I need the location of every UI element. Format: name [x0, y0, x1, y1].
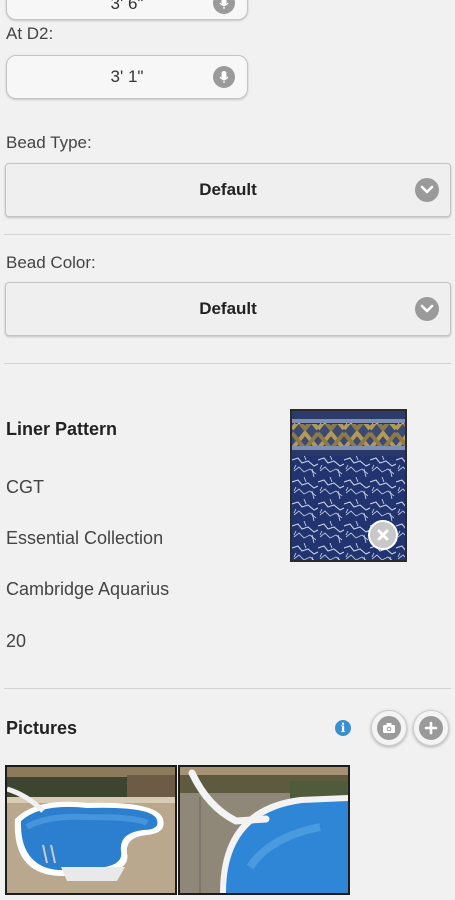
camera-button[interactable]	[371, 710, 407, 746]
liner-brand: CGT	[6, 477, 44, 497]
liner-pattern-name: Cambridge Aquarius	[6, 579, 170, 599]
divider	[4, 234, 451, 235]
chevron-down-icon	[415, 297, 439, 321]
liner-gauge: 20	[6, 631, 27, 651]
bead-type-value: Default	[199, 180, 257, 199]
camera-icon	[377, 716, 401, 740]
bead-color-label: Bead Color:	[6, 253, 96, 272]
liner-pattern-heading: Liner Pattern	[6, 419, 118, 439]
liner-collection: Essential Collection	[6, 528, 164, 548]
bead-color-select[interactable]: Default	[5, 282, 451, 336]
divider	[4, 688, 451, 689]
d2-label: At D2:	[6, 24, 54, 43]
pictures-heading: Pictures	[6, 718, 78, 738]
info-icon[interactable]: i	[335, 720, 351, 736]
remove-liner-button[interactable]	[368, 520, 398, 550]
pool-photo-thumbnail[interactable]	[178, 765, 350, 895]
plus-icon	[419, 716, 443, 740]
bead-type-select[interactable]: Default	[5, 163, 451, 217]
bead-type-label: Bead Type:	[6, 133, 92, 152]
d2-depth-field[interactable]: 3' 1"	[6, 55, 248, 99]
close-icon	[377, 529, 389, 541]
divider	[4, 363, 451, 364]
add-picture-button[interactable]	[413, 710, 449, 746]
bead-color-value: Default	[199, 299, 257, 318]
d1-depth-field[interactable]: 3' 6"	[6, 0, 248, 20]
d1-depth-value: 3' 6"	[110, 0, 144, 13]
liner-swatch-image[interactable]	[290, 409, 407, 562]
d2-microphone-icon[interactable]	[213, 66, 235, 88]
pool-photo-thumbnail[interactable]	[5, 765, 177, 895]
chevron-down-icon	[415, 178, 439, 202]
d2-depth-value: 3' 1"	[110, 67, 144, 86]
d1-microphone-icon[interactable]	[213, 0, 235, 15]
